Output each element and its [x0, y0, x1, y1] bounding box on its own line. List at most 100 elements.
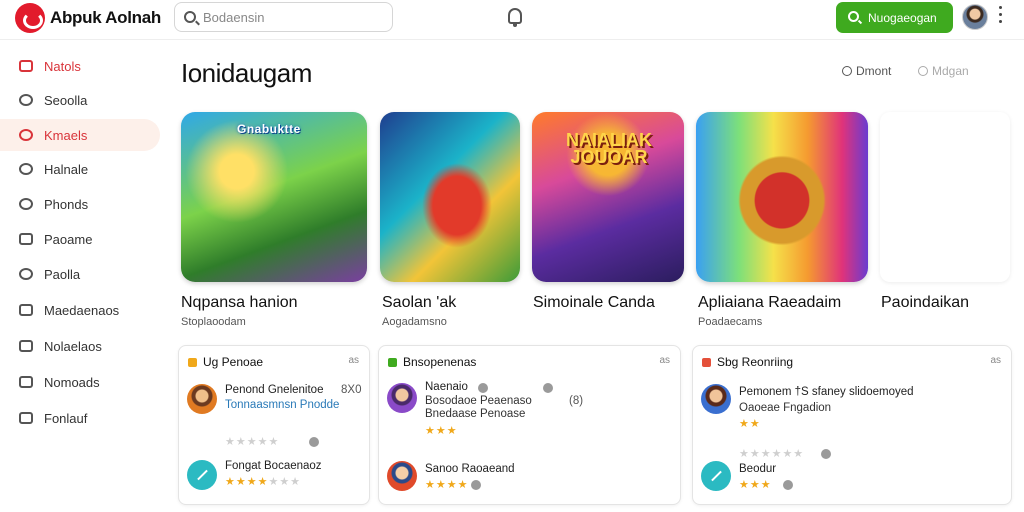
avatar[interactable] [701, 384, 731, 414]
entry-title[interactable]: Fongat Bocaenaoz [225, 460, 322, 472]
heading-action-label: Dmont [856, 64, 892, 78]
sidebar-item-nomoads[interactable]: Nomoads [0, 366, 160, 398]
entry-title[interactable]: Sanoo Raoaeand [425, 463, 515, 475]
sidebar-item-label: Paolla [44, 267, 81, 282]
star-rating: ★★ [739, 418, 761, 430]
featured-game-tile-empty[interactable] [880, 112, 1010, 282]
search-input[interactable] [203, 8, 383, 26]
avatar[interactable] [387, 461, 417, 491]
entry-description[interactable]: Oaoeae Fngadion [739, 402, 831, 414]
entry-description[interactable]: Tonnaasmnsn Pnodde [225, 399, 339, 411]
top-bar: Abpuk Aolnah Nuogaeogan [0, 0, 1024, 40]
primary-search-button[interactable]: Nuogaeogan [836, 2, 953, 33]
card-close-icon[interactable]: as [348, 355, 359, 366]
sidebar-item-nolaelaos[interactable]: Nolaelaos [0, 330, 160, 362]
sidebar-item-label: Fonlauf [44, 411, 88, 426]
sidebar-item-halnale[interactable]: Halnale [0, 153, 160, 185]
game-cover-image [181, 112, 367, 282]
card-title: Sbg Reonriing [717, 355, 794, 369]
chat-icon [19, 163, 33, 175]
sidebar-item-label: Halnale [44, 162, 89, 177]
heading-action-dmont[interactable]: Dmont [842, 64, 891, 78]
tile-subtitle: Aogadamsno [382, 316, 447, 328]
sidebar-item-phonds[interactable]: Phonds [0, 188, 160, 220]
tile-name[interactable]: Paoindaikan [881, 294, 969, 312]
sidebar-item-paolla[interactable]: Paolla [0, 258, 160, 290]
entry-title[interactable]: Pemonem †S sfaney slidoemoyed [739, 386, 914, 398]
download-icon [19, 376, 33, 388]
sidebar-item-label: Paoame [44, 232, 93, 247]
entry-description[interactable]: Bosodaoe Peaenaso Bnedaase Penoase [425, 395, 571, 421]
entry-extra: (8) [569, 395, 584, 407]
edit-avatar-icon[interactable] [701, 461, 731, 491]
sidebar-item-label: Seoolla [44, 93, 88, 108]
review-card: Sbg Reonriing as Pemonem †S sfaney slido… [692, 345, 1012, 505]
tile-name[interactable]: Apliaiana Raeadaim [698, 294, 841, 312]
sidebar-item-label: Maedaenaos [44, 303, 120, 318]
card-title: Ug Penoae [203, 355, 264, 369]
app-title: Abpuk Aolnah [50, 8, 161, 27]
bell-icon[interactable] [508, 8, 522, 27]
edit-icon [918, 66, 928, 76]
review-card: Bnsopenenas as Naenaio Bosodaoe Peaenaso… [378, 345, 681, 505]
card-header: Ug Penoae [188, 355, 263, 369]
sidebar: Natols Seoolla Kmaels Halnale Phonds Pao… [0, 41, 160, 512]
game-cover-image [380, 112, 520, 282]
brand-logo-icon[interactable] [15, 3, 45, 33]
star-rating: ★★★★★★★ [225, 476, 302, 488]
search-icon [19, 94, 33, 106]
game-cover-title: Gnabuktte [237, 122, 301, 136]
sidebar-item-seoolla[interactable]: Seoolla [0, 84, 160, 116]
star-rating: ★★★ [739, 479, 772, 491]
list-icon [19, 233, 33, 245]
card-badge-icon [702, 358, 711, 367]
card-close-icon[interactable]: as [659, 355, 670, 366]
sidebar-item-natols[interactable]: Natols [0, 50, 160, 82]
tile-name[interactable]: Nqpansa hanion [181, 294, 298, 312]
sidebar-item-maedaenaos[interactable]: Maedaenaos [0, 294, 160, 326]
card-badge-icon [388, 358, 397, 367]
user-avatar[interactable] [962, 4, 988, 30]
card-header: Sbg Reonriing [702, 355, 793, 369]
info-badge-icon [309, 437, 319, 447]
sidebar-item-label: Phonds [44, 197, 89, 212]
edit-avatar-icon[interactable] [187, 460, 217, 490]
info-badge-icon [821, 449, 831, 459]
tile-name[interactable]: Saolan 'ak [382, 294, 456, 312]
entry-title[interactable]: Penond Gnelenitoe [225, 384, 323, 396]
sidebar-item-kmaels[interactable]: Kmaels [0, 119, 160, 151]
chat-icon [19, 198, 33, 210]
tile-name[interactable]: Simoinale Canda [533, 294, 655, 312]
star-rating: ★★★★★ [225, 436, 280, 448]
more-menu-icon[interactable] [999, 6, 1003, 26]
star-rating: ★★★ [425, 425, 458, 437]
avatar[interactable] [187, 384, 217, 414]
featured-game-tile[interactable]: Gnabuktte [181, 112, 367, 282]
folder-icon [19, 60, 33, 72]
star-rating: ★★★★★★ [739, 448, 805, 460]
game-cover-title: NAIALIAK JOUOAR [566, 130, 652, 167]
entry-title[interactable]: Naenaio [425, 381, 468, 393]
featured-game-tile[interactable] [380, 112, 520, 282]
entry-extra: 8X0 [341, 384, 362, 396]
sidebar-item-paoame[interactable]: Paoame [0, 223, 160, 255]
sidebar-item-label: Natols [44, 59, 81, 74]
sidebar-item-label: Nolaelaos [44, 339, 102, 354]
sidebar-item-label: Kmaels [44, 128, 88, 143]
avatar[interactable] [387, 383, 417, 413]
featured-game-tile[interactable] [696, 112, 868, 282]
star-rating: ★★★★ [425, 479, 469, 491]
card-close-icon[interactable]: as [990, 355, 1001, 366]
entry-title[interactable]: Beodur [739, 463, 776, 475]
search-box[interactable] [174, 2, 393, 32]
featured-game-tile[interactable]: NAIALIAK JOUOAR [532, 112, 684, 282]
tile-subtitle: Poadaecams [698, 316, 763, 328]
image-icon [19, 340, 33, 352]
heading-action-label: Mdgan [932, 64, 969, 78]
sidebar-item-fonlauf[interactable]: Fonlauf [0, 402, 160, 434]
sidebar-item-label: Nomoads [44, 375, 100, 390]
card-header: Bnsopenenas [388, 355, 476, 369]
grid-icon [19, 304, 33, 316]
primary-button-label: Nuogaeogan [868, 11, 937, 25]
heading-action-mdgan[interactable]: Mdgan [918, 64, 969, 78]
